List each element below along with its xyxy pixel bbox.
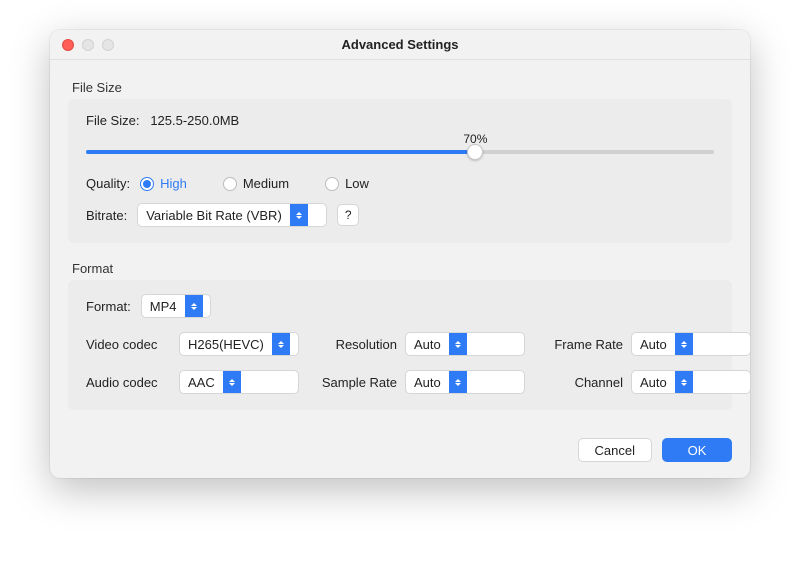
video-codec-value: H265(HEVC) bbox=[180, 337, 272, 352]
bitrate-help-button[interactable]: ? bbox=[337, 204, 359, 226]
filesize-heading: File Size bbox=[72, 80, 732, 95]
quality-medium-label: Medium bbox=[243, 176, 289, 191]
chevron-updown-icon bbox=[290, 204, 308, 226]
chevron-updown-icon bbox=[223, 371, 241, 393]
resolution-label: Resolution bbox=[307, 337, 397, 352]
quality-radio-high[interactable]: High bbox=[140, 176, 187, 191]
format-label: Format: bbox=[86, 299, 131, 314]
quality-high-label: High bbox=[160, 176, 187, 191]
channel-label: Channel bbox=[533, 375, 623, 390]
bitrate-row: Bitrate: Variable Bit Rate (VBR) ? bbox=[86, 203, 714, 227]
close-icon[interactable] bbox=[62, 39, 74, 51]
ok-label: OK bbox=[688, 443, 707, 458]
help-icon: ? bbox=[345, 208, 352, 222]
channel-value: Auto bbox=[632, 375, 675, 390]
zoom-icon bbox=[102, 39, 114, 51]
frame-rate-value: Auto bbox=[632, 337, 675, 352]
bitrate-label: Bitrate: bbox=[86, 208, 127, 223]
sample-rate-label: Sample Rate bbox=[307, 375, 397, 390]
filesize-panel: File Size: 125.5-250.0MB 70% Quality: Hi… bbox=[68, 99, 732, 243]
slider-fill bbox=[86, 150, 475, 154]
filesize-value: 125.5-250.0MB bbox=[150, 113, 239, 128]
frame-rate-label: Frame Rate bbox=[533, 337, 623, 352]
format-value: MP4 bbox=[142, 299, 185, 314]
chevron-updown-icon bbox=[449, 333, 467, 355]
bitrate-select[interactable]: Variable Bit Rate (VBR) bbox=[137, 203, 327, 227]
titlebar: Advanced Settings bbox=[50, 30, 750, 60]
format-row: Format: MP4 bbox=[86, 294, 714, 318]
audio-codec-label: Audio codec bbox=[86, 375, 171, 390]
cancel-label: Cancel bbox=[595, 443, 635, 458]
window-title: Advanced Settings bbox=[341, 37, 458, 52]
channel-select[interactable]: Auto bbox=[631, 370, 750, 394]
format-panel: Format: MP4 Video codec H265(HEVC) Resol… bbox=[68, 280, 732, 410]
audio-codec-select[interactable]: AAC bbox=[179, 370, 299, 394]
resolution-value: Auto bbox=[406, 337, 449, 352]
window-controls bbox=[62, 39, 114, 51]
resolution-select[interactable]: Auto bbox=[405, 332, 525, 356]
quality-radio-medium[interactable]: Medium bbox=[223, 176, 289, 191]
slider-track bbox=[86, 150, 714, 154]
chevron-updown-icon bbox=[675, 371, 693, 393]
quality-row: Quality: High Medium Low bbox=[86, 176, 714, 191]
radio-icon bbox=[140, 177, 154, 191]
footer: Cancel OK bbox=[50, 426, 750, 478]
frame-rate-select[interactable]: Auto bbox=[631, 332, 750, 356]
chevron-updown-icon bbox=[185, 295, 203, 317]
chevron-updown-icon bbox=[675, 333, 693, 355]
sample-rate-value: Auto bbox=[406, 375, 449, 390]
quality-low-label: Low bbox=[345, 176, 369, 191]
content: File Size File Size: 125.5-250.0MB 70% Q… bbox=[50, 60, 750, 426]
slider-thumb[interactable] bbox=[467, 144, 483, 160]
filesize-label: File Size: bbox=[86, 113, 139, 128]
quality-radio-low[interactable]: Low bbox=[325, 176, 369, 191]
filesize-row: File Size: 125.5-250.0MB bbox=[86, 113, 714, 128]
audio-codec-value: AAC bbox=[180, 375, 223, 390]
sample-rate-select[interactable]: Auto bbox=[405, 370, 525, 394]
format-heading: Format bbox=[72, 261, 732, 276]
settings-window: Advanced Settings File Size File Size: 1… bbox=[50, 30, 750, 478]
format-select[interactable]: MP4 bbox=[141, 294, 211, 318]
radio-icon bbox=[325, 177, 339, 191]
filesize-slider[interactable]: 70% bbox=[86, 150, 714, 154]
chevron-updown-icon bbox=[272, 333, 290, 355]
chevron-updown-icon bbox=[449, 371, 467, 393]
ok-button[interactable]: OK bbox=[662, 438, 732, 462]
radio-icon bbox=[223, 177, 237, 191]
format-grid: Video codec H265(HEVC) Resolution Auto F… bbox=[86, 332, 714, 394]
video-codec-select[interactable]: H265(HEVC) bbox=[179, 332, 299, 356]
quality-label: Quality: bbox=[86, 176, 130, 191]
minimize-icon bbox=[82, 39, 94, 51]
bitrate-value: Variable Bit Rate (VBR) bbox=[138, 208, 290, 223]
video-codec-label: Video codec bbox=[86, 337, 171, 352]
cancel-button[interactable]: Cancel bbox=[578, 438, 652, 462]
